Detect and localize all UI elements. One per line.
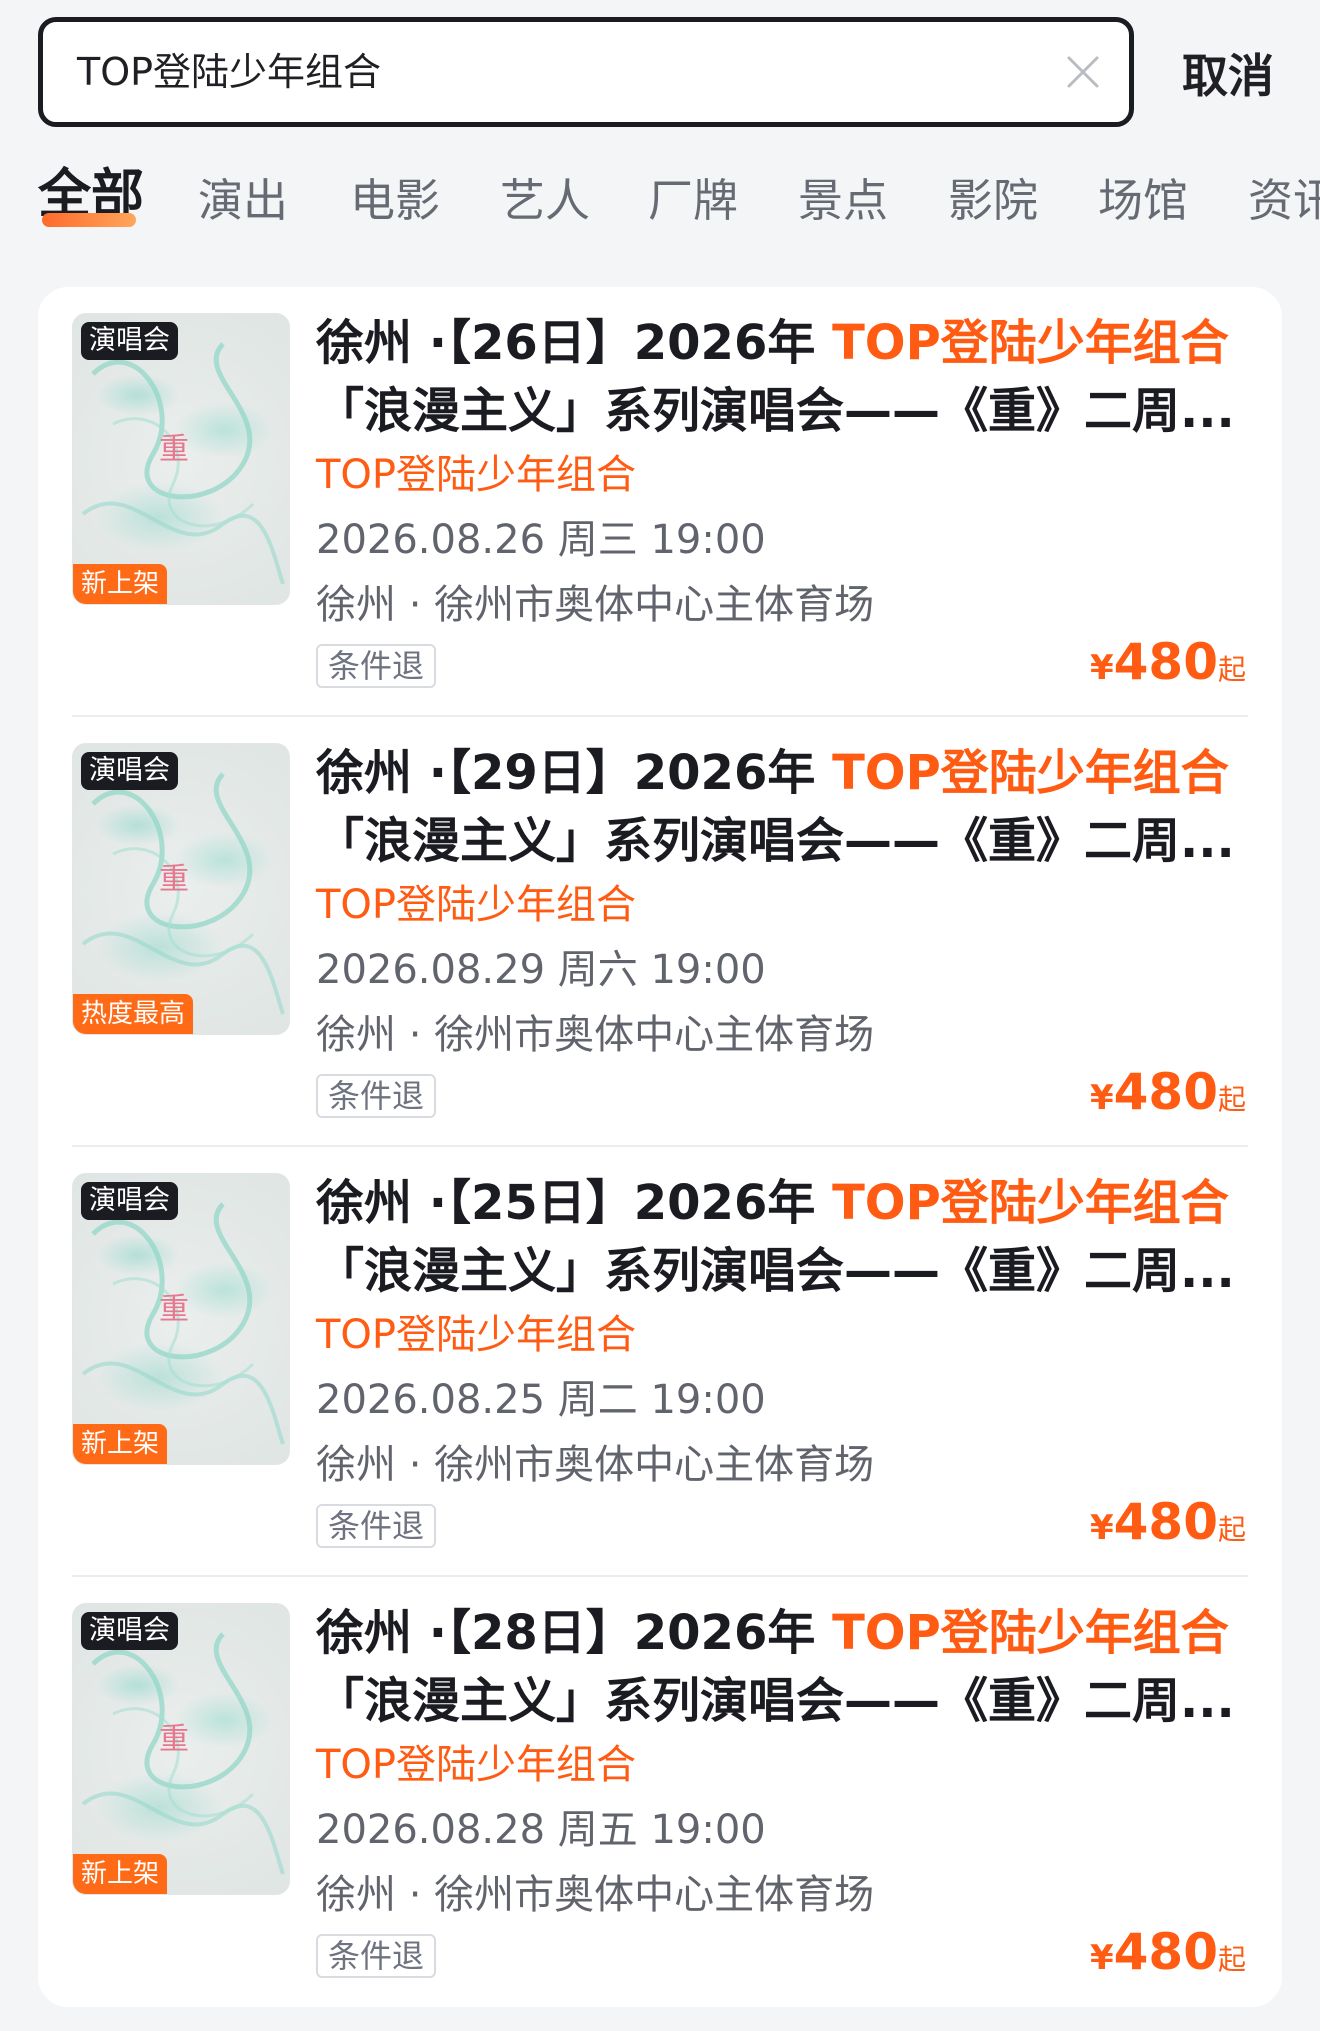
tab-movies[interactable]: 电影 bbox=[350, 166, 440, 246]
tab-labels[interactable]: 厂牌 bbox=[648, 166, 738, 246]
title-line2: 「浪漫主义」系列演唱会——《重》二周... bbox=[316, 813, 1235, 869]
event-poster[interactable]: 重 演唱会 热度最高 bbox=[72, 743, 290, 1035]
price-value: 480 bbox=[1113, 1493, 1218, 1551]
category-tabs: 全部 演出 电影 艺人 厂牌 景点 影院 场馆 资讯 bbox=[0, 160, 1320, 250]
artist-name[interactable]: TOP登陆少年组合 bbox=[316, 447, 636, 503]
title-prefix: 徐州 ·【25日】2026年 bbox=[316, 1175, 833, 1231]
tab-all[interactable]: 全部 bbox=[38, 160, 144, 240]
title-line2: 「浪漫主义」系列演唱会——《重》二周... bbox=[316, 1673, 1235, 1729]
artist-name[interactable]: TOP登陆少年组合 bbox=[316, 1737, 636, 1793]
artist-name[interactable]: TOP登陆少年组合 bbox=[316, 1307, 636, 1363]
title-line2: 「浪漫主义」系列演唱会——《重》二周... bbox=[316, 383, 1235, 439]
status-badge: 新上架 bbox=[73, 1854, 168, 1894]
list-item[interactable]: 重 演唱会 新上架 徐州 ·【25日】2026年 TOP登陆少年组合 「浪漫主义… bbox=[38, 1147, 1282, 1577]
list-item[interactable]: 重 演唱会 热度最高 徐州 ·【29日】2026年 TOP登陆少年组合 「浪漫主… bbox=[38, 717, 1282, 1147]
event-datetime: 2026.08.29 周六 19:00 bbox=[316, 947, 766, 993]
price-currency: ¥ bbox=[1089, 1508, 1114, 1548]
tab-venues[interactable]: 场馆 bbox=[1098, 166, 1188, 246]
active-tab-indicator bbox=[42, 213, 136, 227]
title-prefix: 徐州 ·【26日】2026年 bbox=[316, 315, 833, 371]
event-datetime: 2026.08.25 周二 19:00 bbox=[316, 1377, 766, 1423]
price-suffix: 起 bbox=[1217, 1513, 1246, 1546]
title-highlight: TOP登陆少年组合 bbox=[832, 745, 1229, 801]
event-datetime: 2026.08.28 周五 19:00 bbox=[316, 1807, 766, 1853]
refund-policy-tag: 条件退 bbox=[316, 1934, 437, 1978]
title-highlight: TOP登陆少年组合 bbox=[832, 315, 1229, 371]
title-line2: 「浪漫主义」系列演唱会——《重》二周... bbox=[316, 1243, 1235, 1299]
event-title[interactable]: 徐州 ·【28日】2026年 TOP登陆少年组合 「浪漫主义」系列演唱会——《重… bbox=[316, 1599, 1276, 1735]
title-prefix: 徐州 ·【28日】2026年 bbox=[316, 1605, 833, 1661]
price-suffix: 起 bbox=[1217, 653, 1246, 686]
event-poster[interactable]: 重 演唱会 新上架 bbox=[72, 313, 290, 605]
refund-policy-tag: 条件退 bbox=[316, 644, 437, 688]
search-query-text[interactable]: TOP登陆少年组合 bbox=[77, 22, 381, 122]
title-prefix: 徐州 ·【29日】2026年 bbox=[316, 745, 833, 801]
tab-cinemas[interactable]: 影院 bbox=[948, 166, 1038, 246]
tab-news[interactable]: 资讯 bbox=[1248, 166, 1320, 246]
results-list: 重 演唱会 新上架 徐州 ·【26日】2026年 TOP登陆少年组合 「浪漫主义… bbox=[38, 287, 1282, 2007]
event-title[interactable]: 徐州 ·【29日】2026年 TOP登陆少年组合 「浪漫主义」系列演唱会——《重… bbox=[316, 739, 1276, 875]
event-title[interactable]: 徐州 ·【25日】2026年 TOP登陆少年组合 「浪漫主义」系列演唱会——《重… bbox=[316, 1169, 1276, 1305]
price-value: 480 bbox=[1113, 1923, 1218, 1981]
title-highlight: TOP登陆少年组合 bbox=[832, 1175, 1229, 1231]
search-input[interactable]: TOP登陆少年组合 bbox=[38, 17, 1134, 127]
tab-shows[interactable]: 演出 bbox=[198, 166, 288, 246]
price-currency: ¥ bbox=[1089, 1938, 1114, 1978]
poster-title-char: 重 bbox=[159, 432, 189, 467]
category-badge: 演唱会 bbox=[81, 1182, 178, 1220]
category-badge: 演唱会 bbox=[81, 752, 178, 790]
event-datetime: 2026.08.26 周三 19:00 bbox=[316, 517, 766, 563]
price-value: 480 bbox=[1113, 633, 1218, 691]
price: ¥480起 bbox=[1090, 633, 1246, 691]
price-value: 480 bbox=[1113, 1063, 1218, 1121]
list-item[interactable]: 重 演唱会 新上架 徐州 ·【26日】2026年 TOP登陆少年组合 「浪漫主义… bbox=[38, 287, 1282, 717]
event-poster[interactable]: 重 演唱会 新上架 bbox=[72, 1603, 290, 1895]
status-badge: 新上架 bbox=[73, 1424, 168, 1464]
event-title[interactable]: 徐州 ·【26日】2026年 TOP登陆少年组合 「浪漫主义」系列演唱会——《重… bbox=[316, 309, 1276, 445]
clear-icon[interactable] bbox=[1065, 54, 1101, 90]
refund-policy-tag: 条件退 bbox=[316, 1074, 437, 1118]
price-suffix: 起 bbox=[1217, 1083, 1246, 1116]
status-badge: 新上架 bbox=[73, 564, 168, 604]
price: ¥480起 bbox=[1090, 1923, 1246, 1981]
event-venue: 徐州 · 徐州市奥体中心主体育场 bbox=[316, 1012, 875, 1058]
poster-title-char: 重 bbox=[159, 1722, 189, 1757]
cancel-button[interactable]: 取消 bbox=[1182, 40, 1274, 106]
category-badge: 演唱会 bbox=[81, 322, 178, 360]
price-currency: ¥ bbox=[1089, 1078, 1114, 1118]
title-highlight: TOP登陆少年组合 bbox=[832, 1605, 1229, 1661]
event-poster[interactable]: 重 演唱会 新上架 bbox=[72, 1173, 290, 1465]
tab-artists[interactable]: 艺人 bbox=[500, 166, 590, 246]
category-badge: 演唱会 bbox=[81, 1612, 178, 1650]
status-badge: 热度最高 bbox=[73, 994, 194, 1034]
list-item[interactable]: 重 演唱会 新上架 徐州 ·【28日】2026年 TOP登陆少年组合 「浪漫主义… bbox=[38, 1577, 1282, 2007]
price-suffix: 起 bbox=[1217, 1943, 1246, 1976]
event-venue: 徐州 · 徐州市奥体中心主体育场 bbox=[316, 1442, 875, 1488]
event-venue: 徐州 · 徐州市奥体中心主体育场 bbox=[316, 582, 875, 628]
search-header: TOP登陆少年组合 取消 bbox=[0, 0, 1320, 150]
refund-policy-tag: 条件退 bbox=[316, 1504, 437, 1548]
poster-title-char: 重 bbox=[159, 862, 189, 897]
poster-title-char: 重 bbox=[159, 1292, 189, 1327]
event-venue: 徐州 · 徐州市奥体中心主体育场 bbox=[316, 1872, 875, 1918]
price-currency: ¥ bbox=[1089, 648, 1114, 688]
price: ¥480起 bbox=[1090, 1063, 1246, 1121]
price: ¥480起 bbox=[1090, 1493, 1246, 1551]
tab-attractions[interactable]: 景点 bbox=[798, 166, 888, 246]
artist-name[interactable]: TOP登陆少年组合 bbox=[316, 877, 636, 933]
